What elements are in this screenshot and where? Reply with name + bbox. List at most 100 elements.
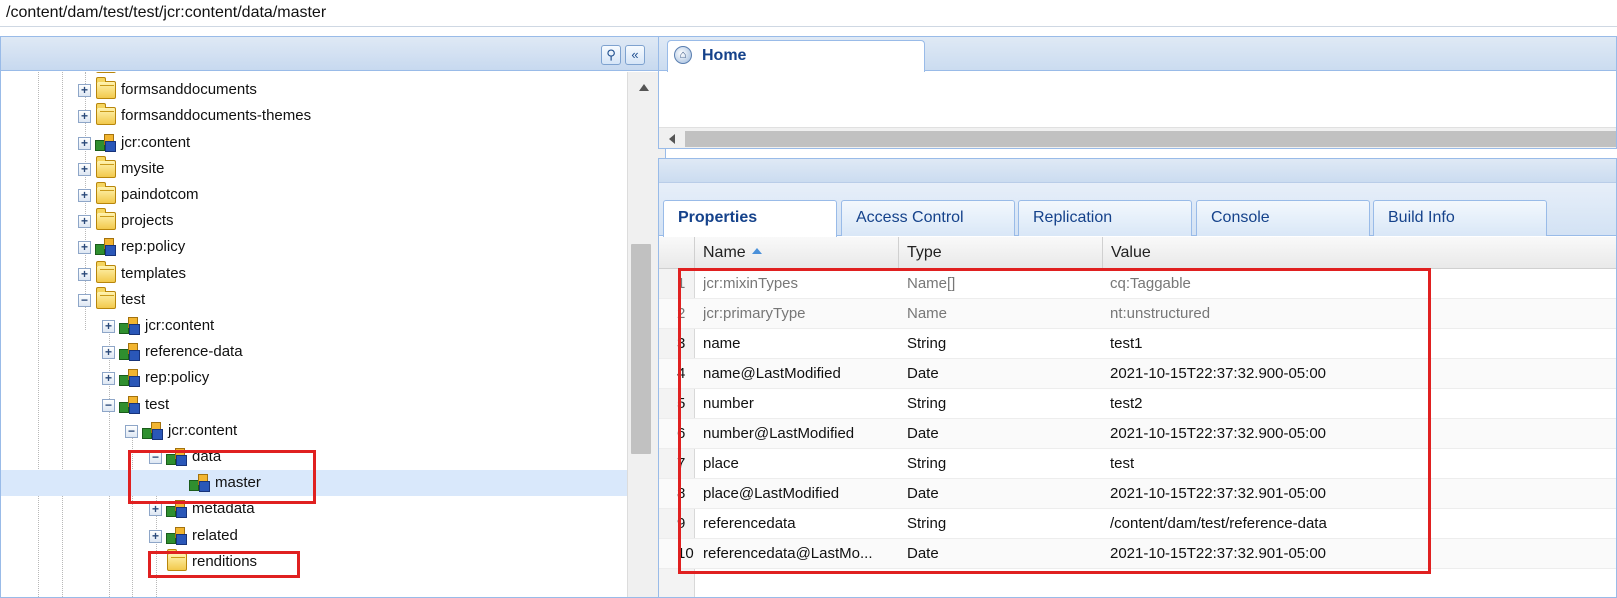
expand-plus-icon[interactable]: +: [78, 267, 91, 281]
expand-plus-icon[interactable]: +: [78, 110, 91, 124]
folder-icon: [96, 208, 116, 231]
table-row[interactable]: 9 referencedata String/content/dam/test/re…: [659, 509, 1616, 539]
double-chevron-left-icon: «: [631, 47, 639, 62]
expand-plus-icon[interactable]: +: [78, 162, 91, 176]
property-value: test: [1110, 455, 1135, 472]
expand-plus-icon[interactable]: +: [149, 503, 162, 517]
tree-node[interactable]: + metadata: [1, 496, 627, 522]
property-type: String: [907, 455, 947, 472]
tree-node-label: mysite: [121, 159, 165, 177]
column-header-type-label: Type: [907, 244, 942, 261]
expand-plus-icon[interactable]: +: [78, 84, 91, 98]
scrollbar-thumb[interactable]: [631, 244, 651, 454]
property-name: jcr:primaryType: [703, 305, 806, 322]
tree-node-label: metadata: [192, 500, 255, 518]
property-value: 2021-10-15T22:37:32.901-05:00: [1110, 545, 1327, 562]
collapse-panel-button[interactable]: «: [625, 45, 645, 65]
table-row[interactable]: 7 place String test: [659, 449, 1616, 479]
home-tab-label: Home: [702, 47, 747, 64]
tree-node[interactable]: − jcr:content: [1, 418, 627, 444]
jcr-node-icon: [166, 526, 188, 546]
address-path: /content/dam/test/test/jcr:content/data/…: [6, 4, 327, 21]
tree-node[interactable]: + formsanddocuments: [1, 77, 627, 103]
tree-node[interactable]: + related: [1, 523, 627, 549]
tree-node[interactable]: − test: [1, 286, 627, 313]
property-type: String: [907, 395, 947, 412]
jcr-node-icon: [95, 133, 117, 153]
tree-node[interactable]: + mysite: [1, 155, 627, 182]
scroll-left-arrow-icon[interactable]: [669, 134, 675, 144]
property-value: nt:unstructured: [1110, 305, 1211, 322]
scroll-up-arrow-icon[interactable]: [639, 84, 649, 91]
table-row[interactable]: 1 jcr:mixinTypes Name[] cq:Taggable: [659, 269, 1616, 299]
tree-node[interactable]: + rep:policy: [1, 234, 627, 260]
folder-icon: [96, 260, 116, 283]
expand-plus-icon[interactable]: +: [78, 215, 91, 229]
property-name: referencedata@LastMo...: [703, 545, 873, 562]
scrollbar-thumb[interactable]: [685, 131, 1616, 147]
jcr-node-icon: [119, 395, 141, 415]
table-row[interactable]: 10 referencedata@LastMo... Date 2021-10-15T…: [659, 539, 1616, 569]
property-type: String: [907, 515, 947, 532]
tab-replication[interactable]: Replication: [1018, 200, 1192, 236]
properties-tabstrip: Properties Access Control Replication Co…: [659, 183, 1616, 237]
tree-node[interactable]: + jcr:content: [1, 313, 627, 339]
tree-node-label: jcr:content: [168, 421, 238, 439]
tree-node-label: master: [215, 474, 261, 492]
tree-node-label: jcr:content: [121, 133, 191, 151]
row-number: 2: [677, 305, 686, 322]
table-row[interactable]: 3 name String test1: [659, 329, 1616, 359]
column-header-type[interactable]: Type: [899, 237, 1103, 269]
tree-node[interactable]: + jcr:content: [1, 130, 627, 156]
jcr-node-icon: [95, 237, 117, 257]
folder-icon: [96, 72, 116, 73]
address-bar[interactable]: /content/dam/test/test/jcr:content/data/…: [0, 0, 1617, 27]
table-row[interactable]: 5 number String test2: [659, 389, 1616, 419]
column-header-value[interactable]: Value: [1103, 237, 1616, 269]
tab-build-info[interactable]: Build Info: [1373, 200, 1547, 236]
collapse-minus-icon[interactable]: −: [102, 398, 115, 412]
property-name: place: [703, 455, 739, 472]
tree-node[interactable]: + formsanddocuments-themes: [1, 103, 627, 129]
tree-node[interactable]: master: [1, 470, 627, 497]
editor-horizontal-scrollbar[interactable]: [659, 127, 1616, 148]
expand-plus-icon[interactable]: +: [102, 372, 115, 386]
tab-properties[interactable]: Properties: [663, 200, 837, 237]
collapse-minus-icon[interactable]: −: [78, 293, 91, 307]
tab-home[interactable]: ⌂ Home: [667, 40, 925, 72]
property-name: place@LastModified: [703, 485, 840, 502]
tree-node[interactable]: + paindotcom: [1, 182, 627, 208]
tree-node[interactable]: + rep:policy: [1, 365, 627, 391]
tree-node[interactable]: renditions: [1, 548, 627, 575]
row-number: 1: [677, 275, 686, 292]
column-header-name[interactable]: Name: [695, 237, 899, 269]
binoculars-icon: ⚲: [606, 47, 616, 62]
row-number: 3: [677, 335, 686, 352]
expand-plus-icon[interactable]: +: [78, 136, 91, 150]
collapse-minus-icon[interactable]: −: [149, 451, 162, 464]
tree-node[interactable]: − data: [1, 444, 627, 470]
folder-icon: [96, 77, 116, 100]
tab-access-control[interactable]: Access Control: [841, 200, 1015, 236]
tree-node[interactable]: + projects: [1, 208, 627, 234]
find-node-button[interactable]: ⚲: [601, 45, 621, 65]
table-row[interactable]: 6 number@LastModified Date 2021-10-15T22:37…: [659, 419, 1616, 449]
property-type: Name[]: [907, 275, 956, 292]
editor-tabstrip: ⌂ Home: [659, 37, 1616, 72]
tree-node[interactable]: − test: [1, 392, 627, 418]
collapse-minus-icon[interactable]: −: [125, 424, 138, 438]
expand-plus-icon[interactable]: +: [78, 241, 91, 255]
tree-node[interactable]: + templates: [1, 260, 627, 287]
expand-plus-icon[interactable]: +: [102, 346, 115, 360]
table-row[interactable]: 4 name@LastModified Date 2021-10-15T22:37:3…: [659, 359, 1616, 389]
expand-plus-icon[interactable]: +: [78, 189, 91, 202]
table-row[interactable]: 2 jcr:primaryType Name nt:unstructured: [659, 299, 1616, 329]
expand-plus-icon[interactable]: +: [102, 320, 115, 333]
tree-node-label: formsanddocuments-themes: [121, 107, 312, 125]
property-value: 2021-10-15T22:37:32.901-05:00: [1110, 485, 1327, 502]
table-row[interactable]: 8 place@LastModified Date 2021-10-15T22:37:…: [659, 479, 1616, 509]
tree-node[interactable]: + reference-data: [1, 339, 627, 365]
jcr-node-icon: [119, 316, 141, 336]
tab-console[interactable]: Console: [1196, 200, 1370, 236]
expand-plus-icon[interactable]: +: [149, 529, 162, 543]
